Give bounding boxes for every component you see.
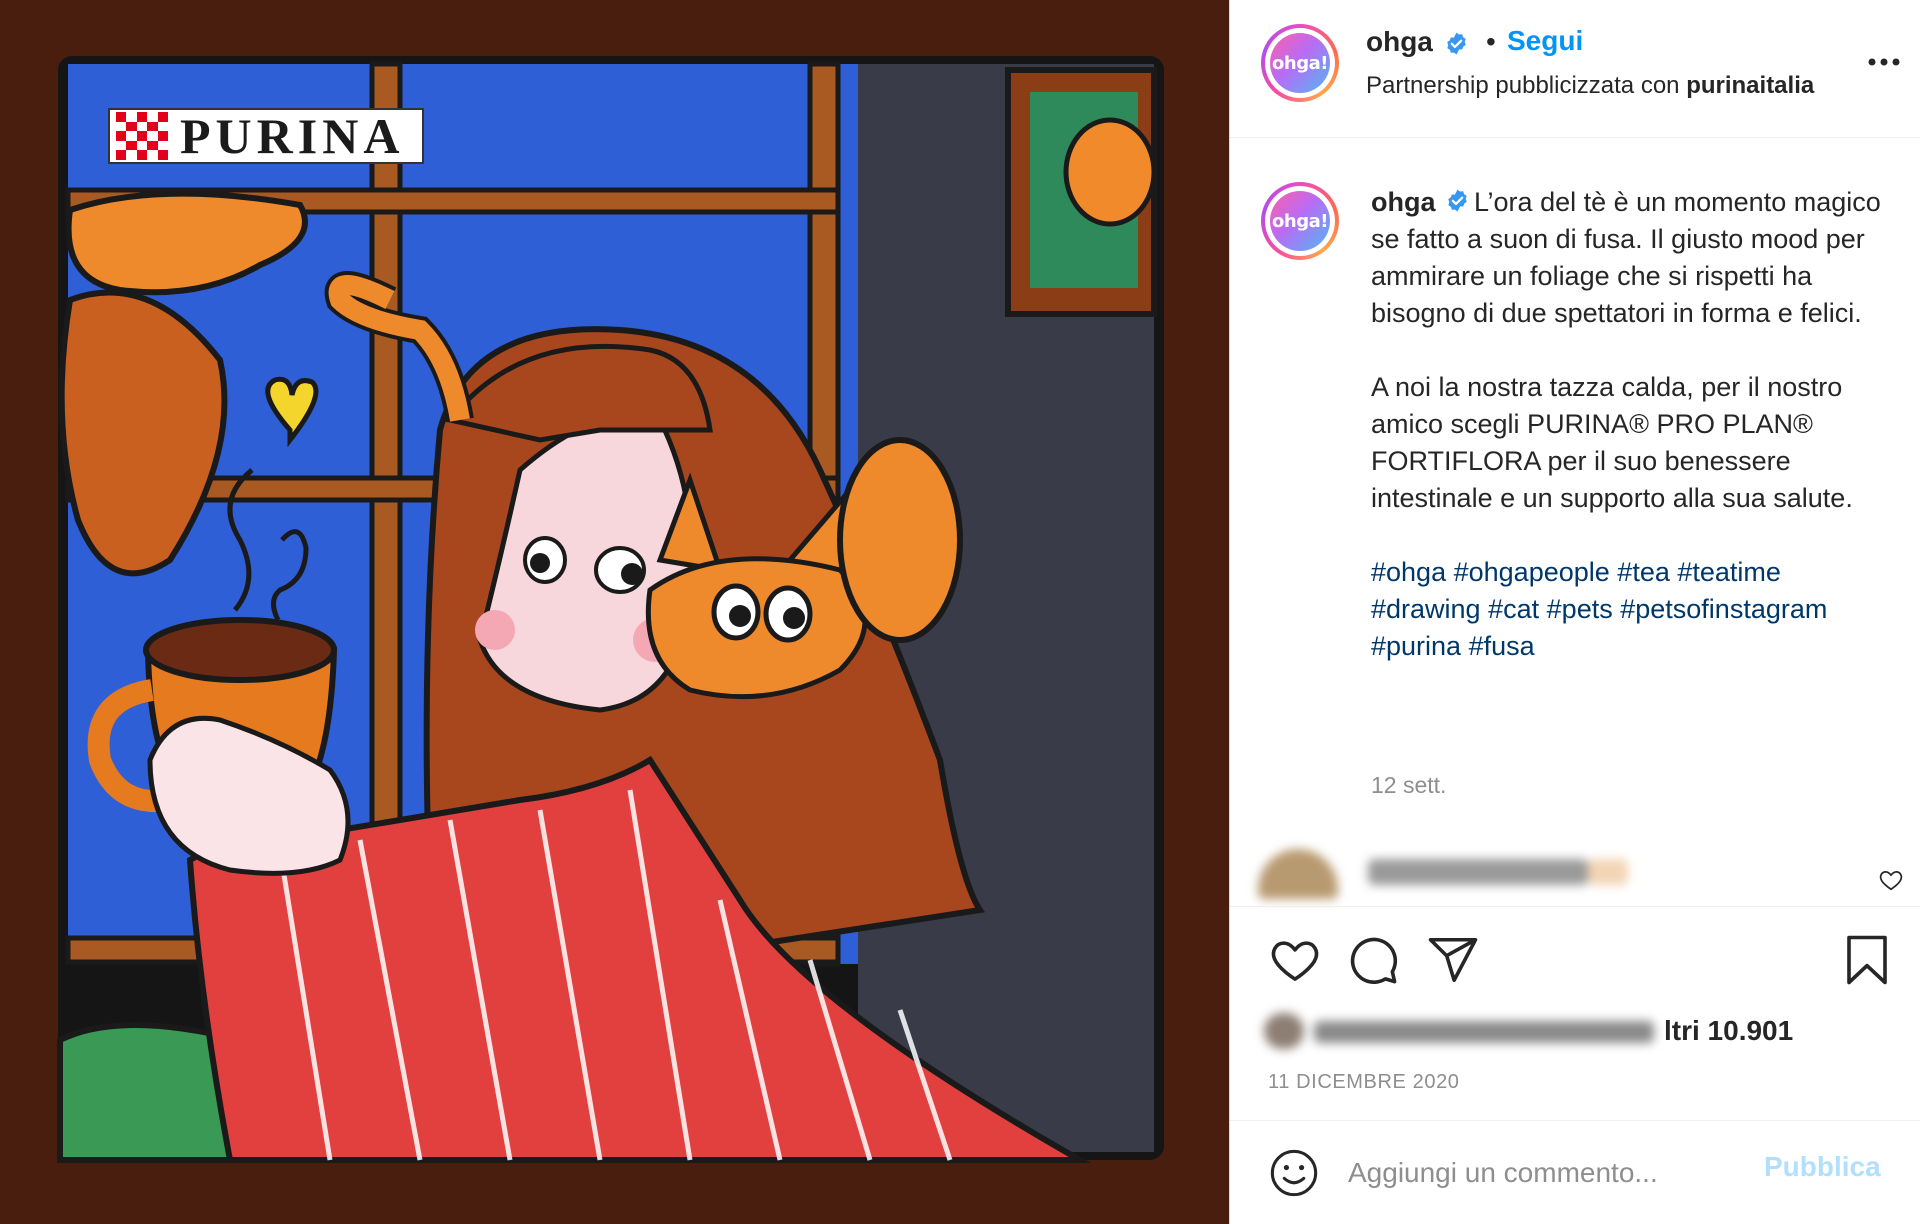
post-image[interactable]: PURINA: [0, 0, 1229, 1224]
paid-partnership-label: Partnership pubblicizzata con purinaital…: [1366, 72, 1814, 100]
post-header: ohga! ohga • Segui Partnership pubbliciz…: [1230, 0, 1920, 138]
caption-username[interactable]: ohga: [1371, 187, 1436, 217]
post-actions: ltri 10.901 11 DICEMBRE 2020: [1230, 906, 1920, 1120]
caption-text: ohga L’ora del tè è un momento magico se…: [1371, 184, 1891, 665]
hashtag-link[interactable]: #drawing: [1371, 594, 1481, 624]
illustration: [0, 0, 1229, 1224]
heart-icon[interactable]: [1268, 933, 1322, 987]
publish-button[interactable]: Pubblica: [1764, 1151, 1881, 1183]
add-comment-bar: Pubblica: [1230, 1120, 1920, 1224]
comment-heart-icon[interactable]: [1877, 867, 1905, 893]
hashtag-link[interactable]: #pets: [1547, 594, 1613, 624]
hashtag-link[interactable]: #tea: [1617, 557, 1670, 587]
caption-hashtags: #ohga #ohgapeople #tea #teatime #drawing…: [1371, 554, 1891, 665]
post-age[interactable]: 12 sett.: [1371, 772, 1446, 799]
blurred-comment: [1258, 845, 1858, 905]
hashtag-link[interactable]: #cat: [1488, 594, 1539, 624]
purina-logo: PURINA: [108, 108, 424, 164]
hashtag-link[interactable]: #ohgapeople: [1454, 557, 1610, 587]
header-separator: •: [1486, 26, 1496, 57]
hashtag-link[interactable]: #teatime: [1677, 557, 1781, 587]
comment-bubble-icon[interactable]: [1346, 933, 1400, 987]
blurred-likers: [1264, 1013, 1664, 1049]
verified-badge-icon: [1447, 32, 1466, 55]
caption-paragraph-2: A noi la nostra tazza calda, per il nost…: [1371, 372, 1853, 513]
avatar-logo: ohga!: [1270, 191, 1330, 251]
avatar-logo: ohga!: [1270, 33, 1330, 93]
hashtag-link[interactable]: #ohga: [1371, 557, 1446, 587]
caption-avatar[interactable]: ohga!: [1261, 182, 1339, 260]
bookmark-icon[interactable]: [1840, 933, 1894, 987]
partner-link[interactable]: purinaitalia: [1686, 72, 1814, 99]
more-options-icon[interactable]: [1864, 52, 1904, 72]
purina-checkerboard-icon: [116, 112, 168, 160]
caption-paragraph-1: ohga L’ora del tè è un momento magico se…: [1371, 184, 1891, 332]
follow-button[interactable]: Segui: [1507, 25, 1583, 57]
emoji-smile-icon[interactable]: [1268, 1147, 1320, 1199]
hashtag-link[interactable]: #fusa: [1469, 631, 1535, 661]
partnership-prefix: Partnership pubblicizzata con: [1366, 72, 1680, 99]
comment-input[interactable]: [1348, 1149, 1768, 1197]
caption-section: ohga! ohga L’ora del tè è un momento mag…: [1230, 138, 1920, 828]
purina-wordmark: PURINA: [180, 108, 405, 164]
post-date: 11 DICEMBRE 2020: [1268, 1071, 1460, 1093]
likes-count[interactable]: ltri 10.901: [1664, 1015, 1793, 1047]
post-side-panel: ohga! ohga • Segui Partnership pubbliciz…: [1229, 0, 1920, 1224]
author-avatar[interactable]: ohga!: [1261, 24, 1339, 102]
hashtag-link[interactable]: #purina: [1371, 631, 1461, 661]
author-username[interactable]: ohga: [1366, 26, 1433, 58]
likes-summary[interactable]: ltri 10.901: [1260, 1007, 1880, 1057]
hashtag-link[interactable]: #petsofinstagram: [1620, 594, 1827, 624]
paper-plane-icon[interactable]: [1426, 933, 1480, 987]
verified-badge-icon: [1448, 189, 1467, 212]
